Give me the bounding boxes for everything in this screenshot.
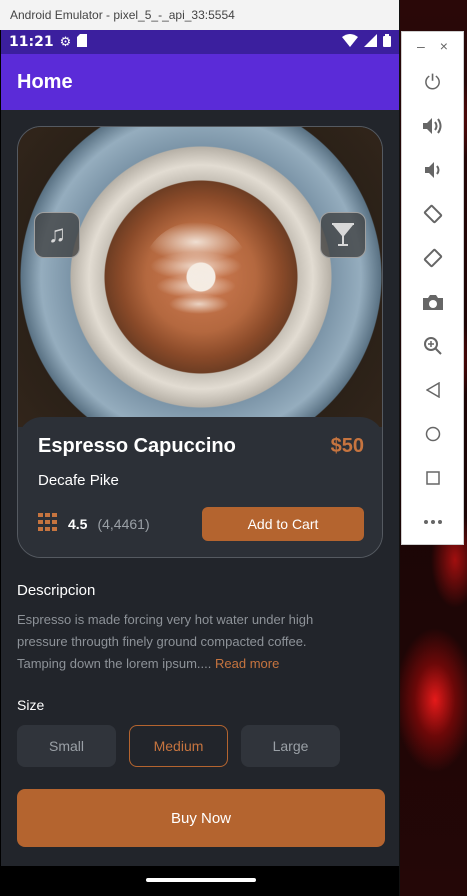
emulator-window: Android Emulator - pixel_5_-_api_33:5554… xyxy=(0,0,400,896)
phone-screen: 11:21 ⚙ Home ♫ Espresso Capuccino $50 De… xyxy=(1,30,399,896)
signal-icon xyxy=(364,33,377,51)
size-options: Small Medium Large xyxy=(17,725,383,767)
rotate-left-icon[interactable] xyxy=(402,192,463,236)
read-more-link[interactable]: Read more xyxy=(215,656,279,671)
emulator-toolbar: – × ⏻ xyxy=(401,31,464,545)
sd-card-icon xyxy=(77,33,88,51)
battery-icon xyxy=(383,33,391,51)
product-subtitle: Decafe Pike xyxy=(38,472,119,489)
rotate-right-icon[interactable] xyxy=(402,236,463,280)
product-name: Espresso Capuccino xyxy=(38,435,236,457)
product-card: ♫ Espresso Capuccino $50 Decafe Pike 4.5… xyxy=(17,126,383,558)
minimize-button[interactable]: – xyxy=(417,38,425,54)
back-icon[interactable] xyxy=(402,368,463,412)
overview-icon[interactable] xyxy=(402,456,463,500)
window-title: Android Emulator - pixel_5_-_api_33:5554 xyxy=(0,0,399,30)
toolbar-window-controls: – × xyxy=(402,32,463,60)
volume-down-icon[interactable] xyxy=(402,148,463,192)
product-info: Espresso Capuccino $50 Decafe Pike 4.5 (… xyxy=(18,417,382,557)
app-bar: Home xyxy=(1,54,399,110)
size-title: Size xyxy=(17,697,45,713)
more-icon[interactable] xyxy=(402,500,463,544)
volume-up-icon[interactable] xyxy=(402,104,463,148)
status-bar: 11:21 ⚙ xyxy=(1,30,399,54)
power-icon[interactable]: ⏻ xyxy=(402,60,463,104)
size-medium-button[interactable]: Medium xyxy=(129,725,228,767)
latte-art xyxy=(141,222,251,332)
main-content: ♫ Espresso Capuccino $50 Decafe Pike 4.5… xyxy=(1,110,399,847)
home-icon[interactable] xyxy=(402,412,463,456)
status-time: 11:21 xyxy=(9,34,54,50)
cocktail-glass-icon[interactable] xyxy=(320,212,366,258)
page-title: Home xyxy=(17,70,73,93)
gesture-handle[interactable] xyxy=(146,878,256,882)
close-button[interactable]: × xyxy=(440,38,448,54)
camera-icon[interactable] xyxy=(402,280,463,324)
grid-icon xyxy=(38,512,58,536)
status-icons xyxy=(342,33,391,51)
description-text: Espresso is made forcing very hot water … xyxy=(17,609,357,675)
add-to-cart-button[interactable]: Add to Cart xyxy=(202,507,364,541)
size-small-button[interactable]: Small xyxy=(17,725,116,767)
product-price: $50 xyxy=(330,435,364,457)
navigation-bar xyxy=(1,866,399,896)
gear-icon: ⚙ xyxy=(59,34,72,50)
rating-count: (4,4461) xyxy=(97,516,150,532)
wifi-icon xyxy=(342,33,358,51)
buy-now-button[interactable]: Buy Now xyxy=(17,789,385,847)
music-note-icon[interactable]: ♫ xyxy=(34,212,80,258)
coffee-image xyxy=(18,127,382,427)
rating-value: 4.5 xyxy=(68,516,88,532)
size-large-button[interactable]: Large xyxy=(241,725,340,767)
description-title: Descripcion xyxy=(17,582,96,599)
zoom-icon[interactable] xyxy=(402,324,463,368)
